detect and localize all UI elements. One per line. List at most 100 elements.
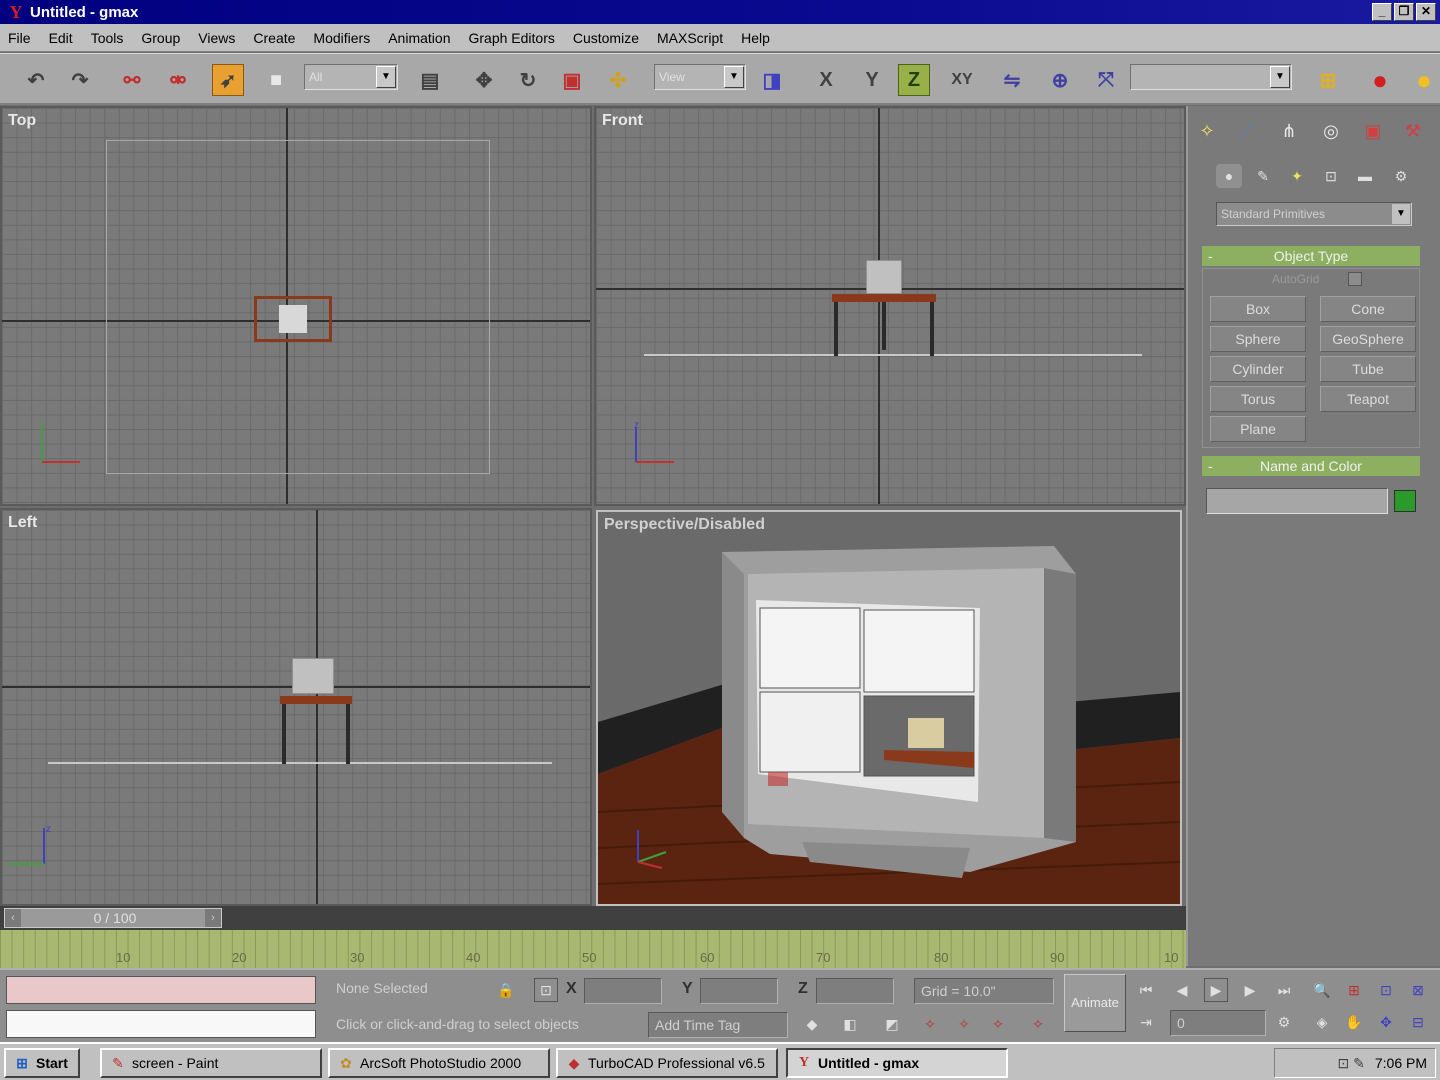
taskbar-item-photostudio[interactable]: ✿ ArcSoft PhotoStudio 2000 [328, 1048, 550, 1078]
select-by-name-icon[interactable]: ▤ [414, 64, 446, 96]
previous-frame-icon[interactable]: ◀ [1170, 978, 1194, 1002]
menu-customize[interactable]: Customize [573, 30, 639, 46]
utilities-tab-icon[interactable]: ⚒ [1398, 116, 1428, 146]
lights-icon[interactable]: ✦ [1284, 164, 1310, 188]
track-bar[interactable]: 10 20 30 40 50 60 70 80 90 10 [0, 930, 1186, 968]
torus-button[interactable]: Torus [1210, 386, 1306, 412]
axis-z-button[interactable]: Z [898, 64, 930, 96]
object-name-field[interactable] [1206, 488, 1388, 514]
add-time-tag-field[interactable]: Add Time Tag [648, 1012, 788, 1038]
axis-x-button[interactable]: X [810, 64, 842, 96]
autogrid-checkbox[interactable] [1348, 272, 1362, 286]
select-and-move-icon[interactable]: ✥ [468, 64, 500, 96]
tray-icons[interactable]: ⊡ ✎ [1338, 1055, 1365, 1072]
object-type-rollout-header[interactable]: - Object Type [1202, 246, 1420, 266]
undo-icon[interactable]: ↶ [20, 64, 52, 96]
taskbar-item-turbocad[interactable]: ◆ TurboCAD Professional v6.5 [556, 1048, 778, 1078]
use-pivot-point-icon[interactable]: ◨ [756, 64, 788, 96]
align-icon[interactable]: ⊕ [1044, 64, 1076, 96]
taskbar-item-paint[interactable]: ✎ screen - Paint [100, 1048, 322, 1078]
go-to-start-icon[interactable]: ⏮ [1134, 978, 1158, 1002]
minimize-button[interactable]: _ [1372, 3, 1392, 21]
snap-toggle-icon[interactable]: ◆ [800, 1012, 824, 1036]
monitor-object[interactable] [292, 658, 334, 694]
reference-coordinate-dropdown[interactable]: View ▼ [654, 64, 746, 90]
gmax-logo-icon[interactable]: Y [6, 2, 26, 22]
zoom-all-icon[interactable]: ⊞ [1342, 978, 1366, 1002]
cameras-icon[interactable]: ⊡ [1318, 164, 1344, 188]
cone-button[interactable]: Cone [1320, 296, 1416, 322]
geometry-icon[interactable]: ● [1216, 164, 1242, 188]
tube-button[interactable]: Tube [1320, 356, 1416, 382]
snap-settings-icon[interactable]: ✧ [952, 1012, 976, 1036]
start-button[interactable]: ⊞ Start [4, 1048, 80, 1078]
select-object-icon[interactable]: ➶ [212, 64, 244, 96]
pan-icon[interactable]: ✋ [1342, 1010, 1366, 1034]
prev-frame-icon[interactable]: ‹ [5, 909, 21, 927]
crosshair-cursor-icon[interactable]: ✧ [1026, 1012, 1050, 1036]
menu-graph-editors[interactable]: Graph Editors [468, 30, 554, 46]
spacing-tool-icon[interactable]: ⤧ [1090, 64, 1122, 96]
time-slider-thumb[interactable]: ‹ 0 / 100 › [4, 908, 222, 928]
degradation-override-icon[interactable]: ✧ [986, 1012, 1010, 1036]
menu-create[interactable]: Create [253, 30, 295, 46]
viewport-top[interactable]: Top y [0, 106, 592, 506]
field-of-view-icon[interactable]: ◈ [1310, 1010, 1334, 1034]
next-frame-icon[interactable]: ▶ [1238, 978, 1262, 1002]
teapot-button[interactable]: Teapot [1320, 386, 1416, 412]
sphere-button[interactable]: Sphere [1210, 326, 1306, 352]
go-to-end-icon[interactable]: ⏭ [1272, 978, 1296, 1002]
zoom-extents-icon[interactable]: ⊡ [1374, 978, 1398, 1002]
viewport-perspective[interactable]: Perspective/Disabled [596, 510, 1182, 906]
shapes-icon[interactable]: ✎ [1250, 164, 1276, 188]
geosphere-button[interactable]: GeoSphere [1320, 326, 1416, 352]
menu-animation[interactable]: Animation [388, 30, 450, 46]
current-frame-field[interactable]: 0 [1170, 1010, 1266, 1036]
menu-modifiers[interactable]: Modifiers [313, 30, 370, 46]
box-button[interactable]: Box [1210, 296, 1306, 322]
maximize-viewport-icon[interactable]: ⊟ [1406, 1010, 1430, 1034]
redo-icon[interactable]: ↷ [64, 64, 96, 96]
zoom-extents-all-icon[interactable]: ⊠ [1406, 978, 1430, 1002]
axis-y-button[interactable]: Y [856, 64, 888, 96]
table-object[interactable] [832, 294, 936, 302]
absolute-mode-icon[interactable]: ⊡ [534, 978, 558, 1002]
systems-icon[interactable]: ⚙ [1388, 164, 1414, 188]
schematic-view-icon[interactable]: ⊞ [1312, 64, 1344, 96]
cylinder-button[interactable]: Cylinder [1210, 356, 1306, 382]
z-coordinate-field[interactable] [816, 978, 894, 1004]
key-mode-icon[interactable]: ⇥ [1134, 1010, 1158, 1034]
maxscript-listener-pink[interactable] [6, 976, 316, 1004]
display-tab-icon[interactable]: ▣ [1358, 116, 1388, 146]
menu-tools[interactable]: Tools [91, 30, 124, 46]
percent-snap-icon[interactable]: ◩ [880, 1012, 904, 1036]
render-scene-icon[interactable]: ● [1408, 64, 1440, 96]
next-frame-icon[interactable]: › [205, 909, 221, 927]
menu-file[interactable]: File [8, 30, 31, 46]
menu-group[interactable]: Group [141, 30, 180, 46]
create-tab-icon[interactable]: ✧ [1192, 116, 1222, 146]
pivot-center-icon[interactable]: ✣ [602, 64, 634, 96]
rectangular-selection-icon[interactable]: ■ [260, 64, 292, 96]
name-color-rollout-header[interactable]: - Name and Color [1202, 456, 1420, 476]
taskbar-item-gmax[interactable]: Y Untitled - gmax [786, 1048, 1008, 1078]
named-selection-dropdown[interactable]: ▼ [1130, 64, 1292, 90]
select-and-link-icon[interactable]: ⚯ [116, 64, 148, 96]
table-object[interactable] [254, 296, 332, 342]
restore-button[interactable]: ❐ [1394, 3, 1414, 21]
menu-edit[interactable]: Edit [49, 30, 73, 46]
plane-button[interactable]: Plane [1210, 416, 1306, 442]
arc-rotate-icon[interactable]: ✥ [1374, 1010, 1398, 1034]
material-editor-icon[interactable]: ● [1364, 64, 1396, 96]
primitive-category-dropdown[interactable]: Standard Primitives ▼ [1216, 202, 1412, 226]
y-coordinate-field[interactable] [700, 978, 778, 1004]
zoom-icon[interactable]: 🔍 [1310, 978, 1334, 1002]
select-and-scale-icon[interactable]: ▣ [556, 64, 588, 96]
axis-xy-button[interactable]: XY [942, 64, 982, 96]
monitor-object[interactable] [279, 305, 307, 333]
time-configuration-icon[interactable]: ⚙ [1272, 1010, 1296, 1034]
menu-views[interactable]: Views [198, 30, 235, 46]
maxscript-listener-white[interactable] [6, 1010, 316, 1038]
hierarchy-tab-icon[interactable]: ⋔ [1274, 116, 1304, 146]
menu-maxscript[interactable]: MAXScript [657, 30, 723, 46]
